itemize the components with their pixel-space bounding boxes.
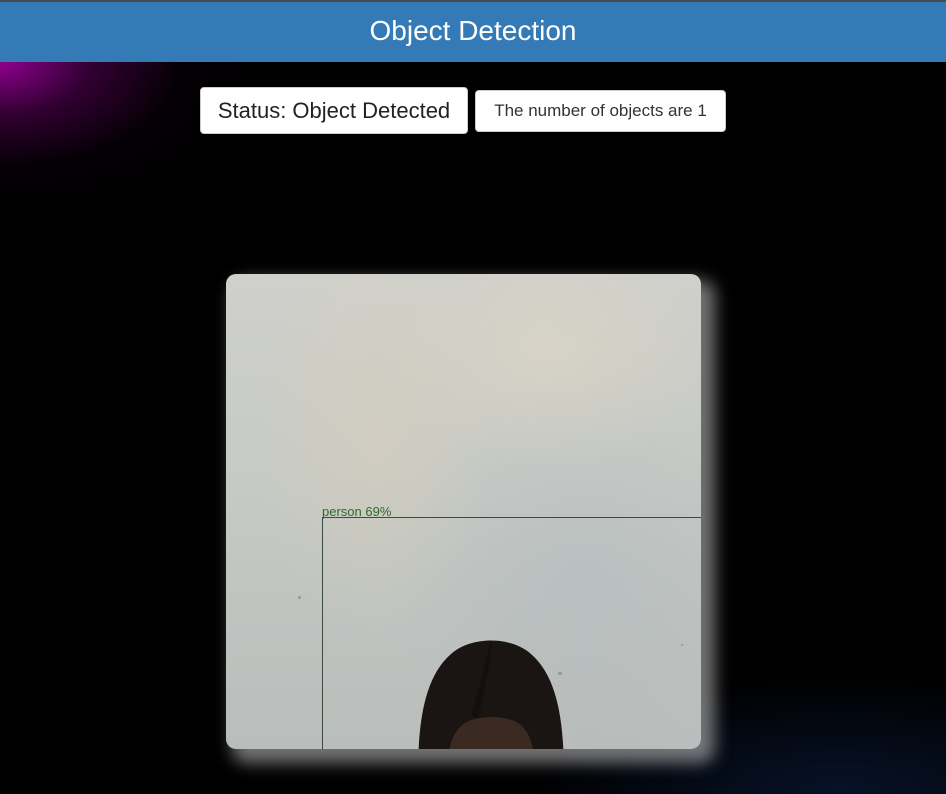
navbar: Object Detection xyxy=(0,2,946,62)
status-text: Status: Object Detected xyxy=(200,87,468,134)
detection-label: person 69% xyxy=(322,504,392,519)
camera-feed: person 69% xyxy=(226,274,701,749)
page: Object Detection Status: Object Detected… xyxy=(0,0,946,794)
detection-bounding-box xyxy=(322,517,701,749)
wall-spot xyxy=(298,596,301,599)
page-title: Object Detection xyxy=(369,15,577,46)
object-count-text: The number of objects are 1 xyxy=(475,90,726,132)
